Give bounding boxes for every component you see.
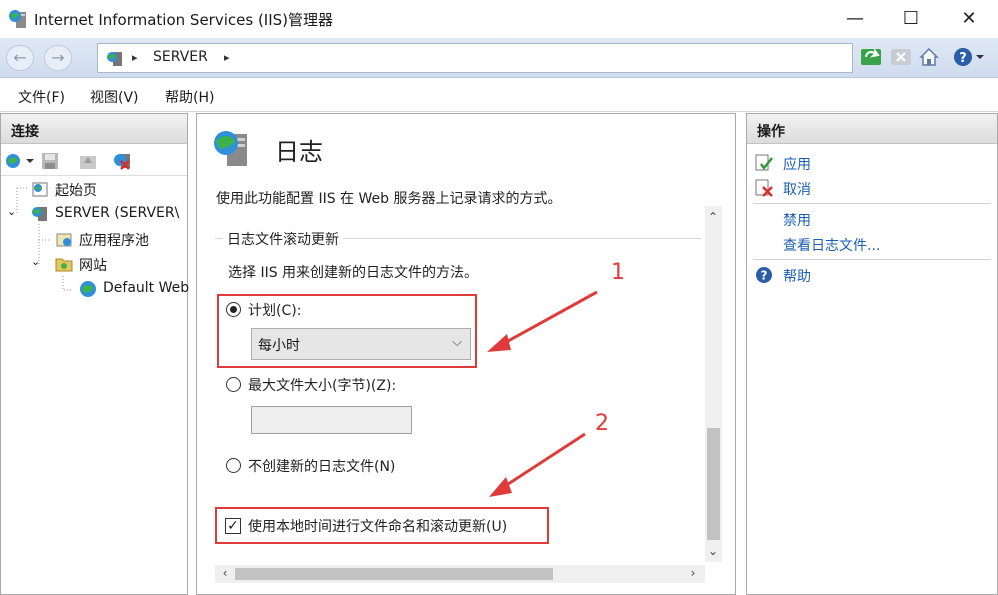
scroll-right-icon[interactable]: › bbox=[685, 566, 701, 580]
close-button[interactable]: ✕ bbox=[940, 0, 998, 38]
sites-folder-icon bbox=[55, 258, 73, 272]
breadcrumb-separator[interactable]: ▸ bbox=[132, 51, 138, 64]
server-icon bbox=[32, 207, 47, 221]
actions-panel: 操作 应用 取消 禁用 查看日志文件... ? 帮助 bbox=[746, 113, 998, 595]
logging-icon bbox=[214, 131, 247, 166]
breadcrumb-server[interactable]: SERVER bbox=[153, 49, 208, 65]
breadcrumb-separator[interactable]: ▸ bbox=[224, 51, 230, 64]
app-pool-icon bbox=[56, 233, 72, 247]
minimize-button[interactable]: — bbox=[826, 0, 884, 38]
iis-app-icon bbox=[9, 10, 26, 28]
back-button[interactable]: ← bbox=[6, 45, 34, 71]
scroll-down-icon[interactable]: ⌄ bbox=[705, 544, 721, 558]
vertical-scrollbar[interactable]: ⌃ ⌄ bbox=[705, 206, 722, 562]
apply-action[interactable]: 应用 bbox=[783, 154, 811, 174]
tree-item-server[interactable]: SERVER (SERVER\ bbox=[55, 205, 179, 221]
menu-view[interactable]: 视图(V) bbox=[90, 87, 139, 107]
horizontal-scrollbar[interactable]: ‹ › bbox=[215, 565, 705, 583]
delete-connection-icon[interactable] bbox=[113, 152, 135, 170]
menu-file[interactable]: 文件(F) bbox=[18, 87, 65, 107]
actions-divider bbox=[753, 259, 991, 260]
title-bar: Internet Information Services (IIS)管理器 —… bbox=[0, 0, 998, 38]
home-icon[interactable] bbox=[918, 46, 940, 68]
scroll-up-icon[interactable]: ⌃ bbox=[705, 210, 721, 224]
actions-header: 操作 bbox=[747, 114, 997, 144]
breadcrumb[interactable]: ▸ SERVER ▸ bbox=[97, 43, 853, 73]
no-new-log-radio[interactable] bbox=[226, 458, 241, 473]
globe-icon bbox=[80, 281, 96, 297]
maximize-button[interactable]: ☐ bbox=[882, 0, 940, 38]
actions-divider bbox=[753, 203, 991, 204]
max-size-radio[interactable] bbox=[226, 377, 241, 392]
svg-text:?: ? bbox=[761, 269, 768, 283]
connections-toolbar bbox=[1, 146, 187, 176]
cancel-icon bbox=[755, 179, 773, 197]
menu-help[interactable]: 帮助(H) bbox=[165, 87, 214, 107]
chevron-down-icon[interactable]: ⌄ bbox=[31, 255, 40, 268]
tree-item-default-site[interactable]: Default Web bbox=[103, 280, 189, 296]
max-size-label: 最大文件大小(字节)(Z): bbox=[248, 378, 397, 394]
group-description: 选择 IIS 用来创建新的日志文件的方法。 bbox=[228, 265, 479, 281]
max-size-input[interactable] bbox=[251, 406, 412, 434]
no-new-log-label: 不创建新的日志文件(N) bbox=[248, 459, 396, 475]
forward-button[interactable]: → bbox=[44, 45, 72, 71]
annotation-label-2: 2 bbox=[595, 411, 609, 436]
menu-bar: 文件(F) 视图(V) 帮助(H) bbox=[0, 78, 998, 112]
view-log-files-action[interactable]: 查看日志文件... bbox=[783, 235, 880, 255]
tree-item-sites[interactable]: 网站 bbox=[79, 255, 107, 275]
window-title: Internet Information Services (IIS)管理器 bbox=[34, 11, 334, 29]
svg-text:?: ? bbox=[959, 51, 967, 66]
help-dropdown-icon[interactable]: ? bbox=[952, 46, 986, 68]
horizontal-scroll-thumb[interactable] bbox=[235, 568, 553, 580]
address-bar: ← → ▸ SERVER ▸ ? bbox=[0, 38, 998, 78]
cancel-action[interactable]: 取消 bbox=[783, 179, 811, 199]
logging-feature-panel: 日志 使用此功能配置 IIS 在 Web 服务器上记录请求的方式。 日志文件滚动… bbox=[196, 113, 736, 595]
apply-icon bbox=[755, 154, 773, 171]
save-icon[interactable] bbox=[41, 152, 59, 170]
connect-dropdown-icon[interactable] bbox=[5, 152, 35, 170]
refresh-icon[interactable] bbox=[860, 46, 882, 68]
start-page-icon bbox=[32, 182, 48, 197]
help-action[interactable]: 帮助 bbox=[783, 266, 811, 286]
tree-item-start-page[interactable]: 起始页 bbox=[55, 180, 97, 200]
server-icon bbox=[107, 52, 122, 66]
connections-header: 连接 bbox=[1, 114, 187, 144]
disable-action[interactable]: 禁用 bbox=[783, 210, 811, 230]
help-icon: ? bbox=[756, 267, 772, 283]
vertical-scroll-thumb[interactable] bbox=[707, 428, 720, 540]
chevron-down-icon[interactable]: ⌄ bbox=[7, 205, 16, 218]
page-title: 日志 bbox=[275, 138, 323, 166]
stop-icon[interactable] bbox=[890, 46, 912, 68]
annotation-label-1: 1 bbox=[611, 260, 625, 285]
tree-item-app-pools[interactable]: 应用程序池 bbox=[79, 230, 149, 250]
annotation-box-1 bbox=[217, 294, 477, 368]
annotation-arrows bbox=[487, 290, 598, 497]
page-description: 使用此功能配置 IIS 在 Web 服务器上记录请求的方式。 bbox=[216, 191, 562, 207]
up-level-icon[interactable] bbox=[79, 152, 97, 170]
group-title: 日志文件滚动更新 bbox=[223, 229, 343, 249]
connections-panel: 连接 起始页 ⌄ SERVER (SERVER\ 应用程序池 ⌄ 网站 Defa… bbox=[0, 113, 189, 595]
scroll-left-icon[interactable]: ‹ bbox=[217, 566, 233, 580]
